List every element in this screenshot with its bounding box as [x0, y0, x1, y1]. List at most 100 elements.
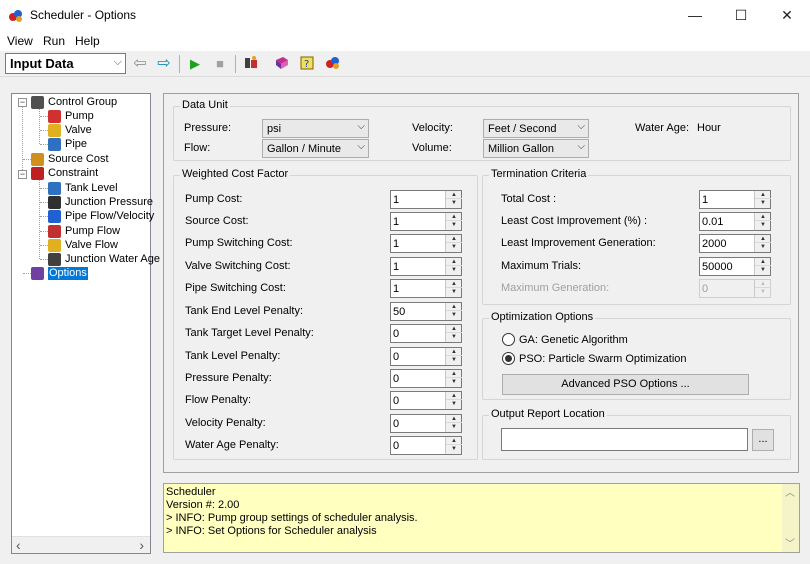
options-icon[interactable] — [242, 55, 260, 73]
spin-up-icon[interactable]: ▲ — [446, 437, 462, 445]
spin-down-icon: ▼ — [760, 289, 766, 295]
spin-up-icon[interactable]: ▲ — [446, 280, 462, 288]
spin-down-icon[interactable]: ▼ — [755, 199, 771, 207]
spin-down-icon[interactable]: ▼ — [446, 378, 462, 386]
weighted-factor-input[interactable]: 0 ▲ ▼ — [390, 414, 462, 433]
spin-up-icon[interactable]: ▲ — [755, 258, 771, 266]
spin-up-icon[interactable]: ▲ — [446, 258, 462, 266]
pipe-flow-icon — [48, 210, 61, 223]
pressure-select[interactable]: psi ⌵ — [262, 119, 369, 138]
constraint-icon — [31, 167, 44, 180]
log-vertical-scrollbar[interactable]: ︿ ﹀ — [782, 484, 799, 552]
spin-down-icon[interactable]: ▼ — [446, 311, 462, 319]
expand-control-group-icon[interactable]: − — [18, 98, 27, 107]
termination-criteria-input[interactable]: 1 ▲ ▼ — [699, 190, 771, 209]
spin-up-icon[interactable]: ▲ — [446, 370, 462, 378]
book-icon[interactable] — [273, 55, 291, 73]
termination-criteria-input[interactable]: 0.01 ▲ ▼ — [699, 212, 771, 231]
spin-down-icon[interactable]: ▼ — [446, 221, 462, 229]
stop-icon[interactable]: ■ — [211, 55, 229, 73]
weighted-factor-input[interactable]: 1 ▲ ▼ — [390, 257, 462, 276]
mode-select[interactable]: Input Data ⌵ — [5, 53, 126, 74]
scroll-up-icon[interactable]: ︿ — [785, 484, 795, 499]
menu-view[interactable]: View — [7, 34, 33, 48]
weighted-factor-input[interactable]: 1 ▲ ▼ — [390, 190, 462, 209]
output-report-title: Output Report Location — [489, 408, 607, 420]
spin-down-icon[interactable]: ▼ — [446, 199, 462, 207]
termination-criteria-label: Least Cost Improvement (%) : — [501, 215, 648, 227]
ga-radio[interactable] — [502, 333, 515, 346]
pso-radio[interactable] — [502, 352, 515, 365]
maximize-button[interactable]: ☐ — [718, 0, 764, 30]
scroll-down-icon[interactable]: ﹀ — [785, 535, 795, 550]
termination-criteria-input: 0 ▲ ▼ — [699, 279, 771, 298]
weighted-factor-input[interactable]: 1 ▲ ▼ — [390, 279, 462, 298]
close-button[interactable]: ✕ — [764, 0, 810, 30]
weighted-factor-label: Pump Switching Cost: — [185, 237, 293, 249]
velocity-label: Velocity: — [412, 122, 453, 134]
spin-up-icon[interactable]: ▲ — [446, 303, 462, 311]
spin-down-icon[interactable]: ▼ — [446, 333, 462, 341]
spin-down-icon[interactable]: ▼ — [446, 423, 462, 431]
spin-down-icon[interactable]: ▼ — [446, 266, 462, 274]
flow-select[interactable]: Gallon / Minute ⌵ — [262, 139, 369, 158]
weighted-factor-input[interactable]: 50 ▲ ▼ — [390, 302, 462, 321]
velocity-select[interactable]: Feet / Second ⌵ — [483, 119, 589, 138]
spin-up-icon[interactable]: ▲ — [446, 235, 462, 243]
menu-help[interactable]: Help — [75, 34, 100, 48]
termination-criteria-group: Termination Criteria Total Cost : 1 ▲ ▼ Leas… — [482, 168, 791, 305]
volume-select[interactable]: Million Gallon ⌵ — [483, 139, 589, 158]
browse-button[interactable]: ... — [752, 429, 774, 451]
app-icon — [8, 8, 24, 24]
termination-criteria-input[interactable]: 2000 ▲ ▼ — [699, 234, 771, 253]
pump-icon — [48, 110, 61, 123]
expand-constraint-icon[interactable]: − — [18, 170, 27, 179]
spin-down-icon[interactable]: ▼ — [755, 221, 771, 229]
spin-down-icon[interactable]: ▼ — [755, 243, 771, 251]
weighted-factor-input[interactable]: 1 ▲ ▼ — [390, 212, 462, 231]
weighted-factor-label: Tank Target Level Penalty: — [185, 327, 314, 339]
spin-up-icon[interactable]: ▲ — [446, 325, 462, 333]
spin-down-icon[interactable]: ▼ — [446, 288, 462, 296]
weighted-factor-input[interactable]: 0 ▲ ▼ — [390, 391, 462, 410]
options-panel: Data Unit Pressure: psi ⌵ Flow: Gallon /… — [163, 93, 799, 473]
about-icon[interactable] — [324, 55, 342, 73]
spin-down-icon[interactable]: ▼ — [446, 356, 462, 364]
tree-horizontal-scrollbar[interactable]: ‹ › — [12, 536, 150, 553]
help-icon[interactable]: ? — [298, 55, 316, 73]
spin-down-icon[interactable]: ▼ — [446, 400, 462, 408]
weighted-factor-label: Tank Level Penalty: — [185, 350, 281, 362]
weighted-factor-input[interactable]: 0 ▲ ▼ — [390, 436, 462, 455]
forward-arrow-icon[interactable]: ⇨ — [155, 55, 173, 73]
weighted-factor-label: Source Cost: — [185, 215, 249, 227]
advanced-pso-options-button[interactable]: Advanced PSO Options ... — [502, 374, 749, 395]
weighted-factor-input[interactable]: 0 ▲ ▼ — [390, 369, 462, 388]
spin-down-icon[interactable]: ▼ — [446, 445, 462, 453]
weighted-factor-input[interactable]: 0 ▲ ▼ — [390, 324, 462, 343]
spin-up-icon[interactable]: ▲ — [446, 213, 462, 221]
weighted-factor-input[interactable]: 1 ▲ ▼ — [390, 234, 462, 253]
window-title: Scheduler - Options — [30, 8, 137, 22]
weighted-factor-label: Pump Cost: — [185, 193, 243, 205]
spin-up-icon[interactable]: ▲ — [755, 213, 771, 221]
spin-up-icon[interactable]: ▲ — [446, 392, 462, 400]
output-path-field[interactable] — [501, 428, 748, 451]
junction-pressure-icon — [48, 196, 61, 209]
spin-down-icon[interactable]: ▼ — [755, 266, 771, 274]
source-cost-icon — [31, 153, 44, 166]
termination-criteria-input[interactable]: 50000 ▲ ▼ — [699, 257, 771, 276]
minimize-button[interactable]: — — [672, 0, 718, 30]
spin-up-icon[interactable]: ▲ — [446, 415, 462, 423]
back-arrow-icon[interactable]: ⇦ — [131, 55, 149, 73]
spin-up-icon[interactable]: ▲ — [446, 191, 462, 199]
spin-up-icon[interactable]: ▲ — [755, 191, 771, 199]
spin-down-icon[interactable]: ▼ — [446, 243, 462, 251]
spin-up-icon[interactable]: ▲ — [446, 348, 462, 356]
scroll-left-icon[interactable]: ‹ — [16, 537, 21, 553]
spin-up-icon[interactable]: ▲ — [755, 235, 771, 243]
run-icon[interactable]: ▶ — [186, 55, 204, 73]
weighted-factor-input[interactable]: 0 ▲ ▼ — [390, 347, 462, 366]
scroll-right-icon[interactable]: › — [139, 537, 144, 553]
menu-run[interactable]: Run — [43, 34, 65, 48]
navigation-tree[interactable]: − − Control Group Pump Valve Pipe Source… — [11, 93, 160, 554]
